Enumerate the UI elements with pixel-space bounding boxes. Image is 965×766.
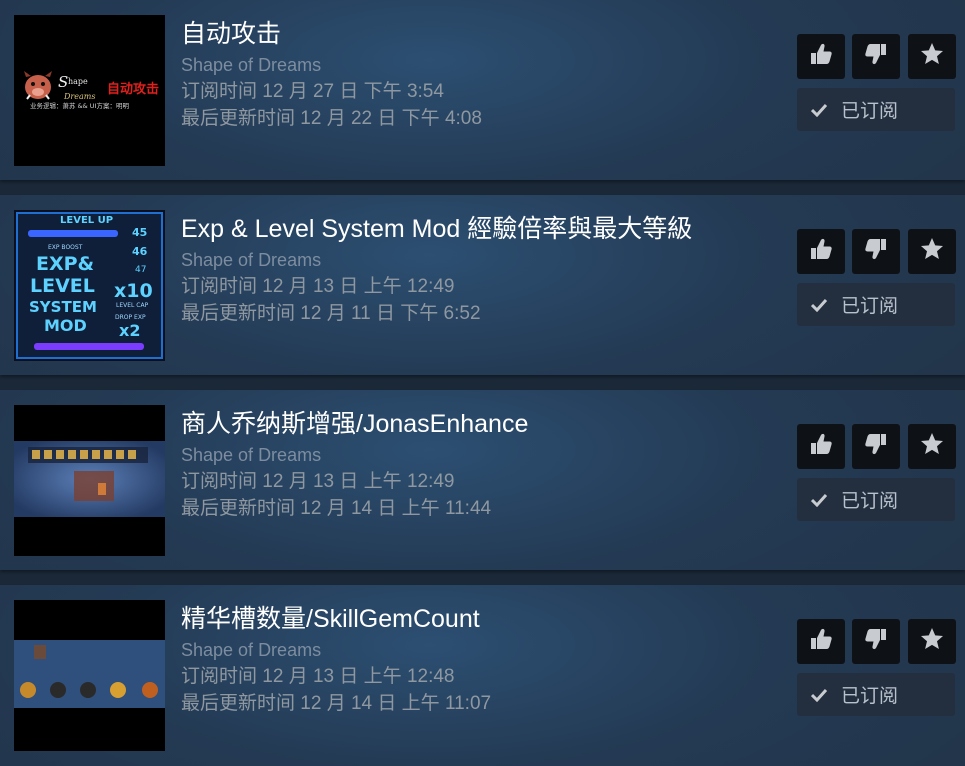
subscribed-time: 订阅时间 12 月 13 日 上午 12:49 [181,471,455,492]
thumb-subtitle-text: 业务逻辑：萧苏 && UI方案：明明 [30,101,129,110]
thumb-main-line3: SYSTEM [29,298,97,316]
item-thumbnail[interactable] [14,405,165,556]
item-thumbnail[interactable]: LEVEL UP EXP BOOST EXP& LEVEL SYSTEM MOD… [14,210,165,361]
checkmark-icon [797,103,841,117]
item-game-link[interactable]: Shape of Dreams [181,637,781,663]
item-thumbnail[interactable]: S hape Dreams 自动攻击 业务逻辑：萧苏 && UI方案：明明 [14,15,165,166]
thumb-main-line4: MOD [44,316,87,335]
updated-time: 最后更新时间 12 月 22 日 下午 4:08 [181,108,482,129]
workshop-item: 商人乔纳斯增强/JonasEnhance Shape of Dreams 订阅时… [0,390,965,570]
star-icon [919,236,945,267]
star-icon [919,431,945,462]
favorite-button[interactable] [908,34,956,79]
thumb-main-line2: LEVEL [30,275,95,297]
subscribed-label: 已订阅 [841,101,899,122]
subscribed-time: 订阅时间 12 月 27 日 下午 3:54 [181,81,444,102]
thumbs-down-icon [863,41,889,72]
item-game-link[interactable]: Shape of Dreams [181,442,781,468]
item-title-link[interactable]: 商人乔纳斯增强/JonasEnhance [181,406,781,442]
vote-up-button[interactable] [797,424,845,469]
item-info: 自动攻击 Shape of Dreams 订阅时间 12 月 27 日 下午 3… [181,20,781,132]
workshop-item: LEVEL UP EXP BOOST EXP& LEVEL SYSTEM MOD… [0,195,965,375]
favorite-button[interactable] [908,229,956,274]
updated-time: 最后更新时间 12 月 11 日 下午 6:52 [181,303,481,324]
thumb-main-line1: EXP& [36,253,94,275]
thumbs-down-icon [863,626,889,657]
checkmark-icon [797,493,841,507]
vote-down-button[interactable] [852,34,900,79]
thumbs-up-icon [808,236,834,267]
subscribed-label: 已订阅 [841,491,899,512]
subscribed-time: 订阅时间 12 月 13 日 上午 12:49 [181,276,455,297]
subscribed-button[interactable]: 已订阅 [797,283,955,326]
item-title-link[interactable]: 精华槽数量/SkillGemCount [181,601,781,637]
thumbs-down-icon [863,431,889,462]
thumb-drop: DROP EXP [115,314,146,321]
vote-down-button[interactable] [852,424,900,469]
subscribed-label: 已订阅 [841,296,899,317]
subscribed-label: 已订阅 [841,686,899,707]
svg-text:S: S [58,73,68,91]
checkmark-icon [797,298,841,312]
thumbs-up-icon [808,626,834,657]
updated-time: 最后更新时间 12 月 14 日 上午 11:07 [181,693,492,714]
vote-up-button[interactable] [797,619,845,664]
thumb-boost-text: EXP BOOST [48,244,83,251]
item-thumbnail[interactable] [14,600,165,751]
subscribed-button[interactable]: 已订阅 [797,673,955,716]
star-icon [919,626,945,657]
thumbs-down-icon [863,236,889,267]
workshop-item: S hape Dreams 自动攻击 业务逻辑：萧苏 && UI方案：明明 自动… [0,0,965,180]
vote-down-button[interactable] [852,229,900,274]
thumb-cap: LEVEL CAP [116,302,149,309]
item-game-link[interactable]: Shape of Dreams [181,52,781,78]
thumb-mult1: x10 [114,280,153,302]
svg-text:Dreams: Dreams [63,92,95,101]
thumbs-up-icon [808,431,834,462]
favorite-button[interactable] [908,619,956,664]
thumb-header-text: LEVEL UP [60,215,113,226]
thumb-title-text: 自动攻击 [107,81,159,97]
subscribed-time: 订阅时间 12 月 13 日 上午 12:48 [181,666,455,687]
vote-up-button[interactable] [797,229,845,274]
item-title-link[interactable]: Exp & Level System Mod 經驗倍率與最大等級 [181,211,781,247]
thumb-level-46: 46 [132,245,148,258]
checkmark-icon [797,688,841,702]
workshop-item: 精华槽数量/SkillGemCount Shape of Dreams 订阅时间… [0,585,965,766]
star-icon [919,41,945,72]
item-info: Exp & Level System Mod 經驗倍率與最大等級 Shape o… [181,215,781,327]
thumb-level-45: 45 [132,226,147,239]
item-info: 商人乔纳斯增强/JonasEnhance Shape of Dreams 订阅时… [181,410,781,522]
svg-text:hape: hape [68,77,88,86]
workshop-subscription-list: S hape Dreams 自动攻击 业务逻辑：萧苏 && UI方案：明明 自动… [0,0,965,766]
thumbs-up-icon [808,41,834,72]
favorite-button[interactable] [908,424,956,469]
vote-up-button[interactable] [797,34,845,79]
subscribed-button[interactable]: 已订阅 [797,478,955,521]
thumb-level-47: 47 [135,265,146,275]
thumb-mult2: x2 [119,321,140,340]
vote-down-button[interactable] [852,619,900,664]
updated-time: 最后更新时间 12 月 14 日 上午 11:44 [181,498,492,519]
item-game-link[interactable]: Shape of Dreams [181,247,781,273]
item-info: 精华槽数量/SkillGemCount Shape of Dreams 订阅时间… [181,605,781,717]
item-title-link[interactable]: 自动攻击 [181,16,781,52]
subscribed-button[interactable]: 已订阅 [797,88,955,131]
